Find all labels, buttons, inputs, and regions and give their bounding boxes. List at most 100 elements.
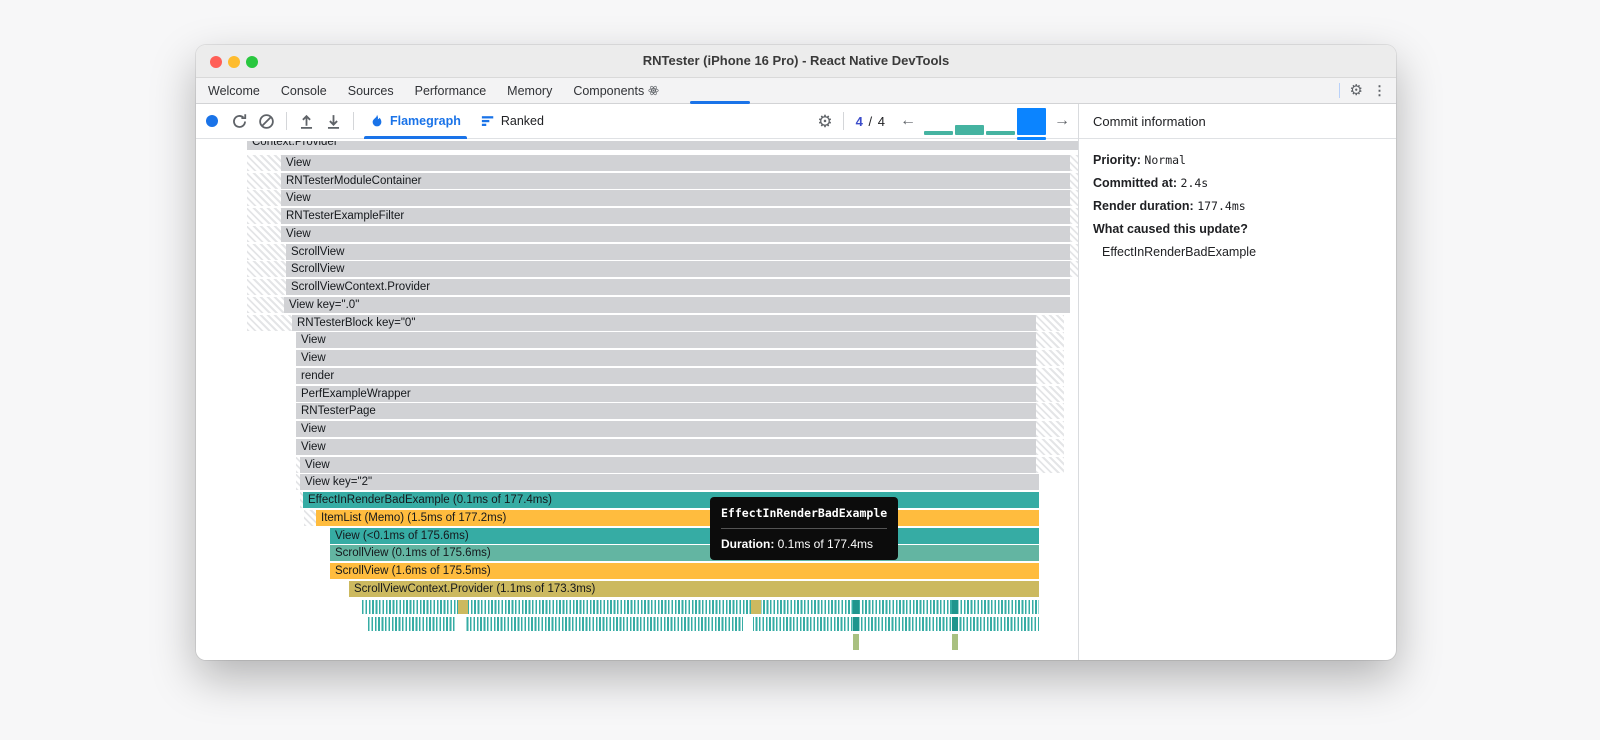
- flame-comb-segment[interactable]: [952, 617, 958, 632]
- divider: [842, 112, 844, 130]
- flame-bar[interactable]: View: [296, 438, 1036, 455]
- settings-gear-icon[interactable]: ⚙: [1350, 83, 1363, 98]
- download-profile-icon[interactable]: [325, 113, 342, 130]
- flamegraph-canvas[interactable]: Context.Provider View RNTesterModuleContai…: [196, 141, 1078, 660]
- flame-comb-row[interactable]: [362, 599, 1039, 614]
- flame-bar[interactable]: RNTesterExampleFilter: [281, 208, 1070, 224]
- flame-bar[interactable]: ScrollView: [286, 243, 1070, 260]
- flame-comb-segment[interactable]: [743, 617, 753, 632]
- commit-bar[interactable]: [986, 131, 1015, 135]
- flame-bar[interactable]: View: [296, 421, 1036, 437]
- tab-flamegraph[interactable]: Flamegraph: [364, 104, 467, 139]
- flame-bar[interactable]: View (<0.1ms of 175.6ms): [330, 527, 1039, 544]
- flame-bar[interactable]: render: [296, 367, 1036, 384]
- flame-bar[interactable]: EffectInRenderBadExample (0.1ms of 177.4…: [303, 492, 1039, 508]
- tab-welcome[interactable]: Welcome: [208, 84, 260, 98]
- tab-ranked[interactable]: Ranked: [481, 104, 544, 139]
- flame-hatch: [1070, 208, 1078, 224]
- flame-bar[interactable]: RNTesterModuleContainer: [281, 172, 1070, 189]
- tab-memory[interactable]: Memory: [507, 84, 552, 98]
- priority-line: Priority: Normal: [1093, 153, 1186, 167]
- flame-comb-segment[interactable]: [853, 617, 859, 632]
- flame-bar[interactable]: Context.Provider: [247, 141, 1078, 150]
- commit-bar[interactable]: [924, 131, 953, 135]
- flame-bar[interactable]: View: [281, 225, 1070, 242]
- profiler-settings-gear-icon[interactable]: ⚙: [817, 113, 832, 130]
- flame-bar[interactable]: View: [281, 154, 1070, 171]
- next-commit-arrow[interactable]: →: [1054, 112, 1070, 130]
- flame-comb-row[interactable]: [368, 617, 1039, 632]
- flame-hatch: [296, 474, 300, 491]
- tab-label: Sources: [347, 83, 394, 98]
- commit-bar-selected[interactable]: [1017, 108, 1046, 135]
- commit-info-header: Commit information: [1079, 104, 1396, 139]
- flame-bar[interactable]: ItemList (Memo) (1.5ms of 177.2ms): [316, 509, 1039, 526]
- reload-profile-icon[interactable]: [231, 113, 248, 130]
- flame-hatch: [247, 279, 286, 295]
- flame-bar[interactable]: View: [281, 190, 1070, 207]
- flame-comb-segment[interactable]: [853, 599, 859, 614]
- flame-hatch: [1036, 438, 1064, 455]
- commit-bar[interactable]: [955, 125, 984, 135]
- flame-hatch: [1036, 403, 1064, 420]
- more-options-icon[interactable]: ⋮: [1373, 84, 1386, 97]
- flame-bar[interactable]: ScrollView (1.6ms of 175.5ms): [330, 563, 1039, 579]
- tab-label: Performance: [414, 83, 487, 98]
- upload-profile-icon[interactable]: [298, 113, 315, 130]
- flame-comb-segment[interactable]: [952, 599, 958, 614]
- render-duration-label: Render duration: [1093, 199, 1190, 213]
- window-title: RNTester (iPhone 16 Pro) - React Native …: [642, 53, 950, 68]
- ranked-label: Ranked: [500, 114, 544, 128]
- flame-hatch: [1070, 261, 1078, 278]
- flame-bar[interactable]: View: [296, 350, 1036, 366]
- tab-sources[interactable]: Sources: [348, 84, 394, 98]
- cause-component[interactable]: EffectInRenderBadExample: [1093, 245, 1396, 259]
- flame-bar[interactable]: RNTesterBlock key="0": [292, 314, 1036, 331]
- flame-leaf-bar[interactable]: [952, 634, 958, 650]
- flame-leaf-bar[interactable]: [853, 634, 859, 650]
- tab-components[interactable]: Components: [573, 84, 659, 98]
- tab-list: Welcome Console Sources Performance Memory Co…: [196, 78, 1396, 103]
- divider: [286, 112, 287, 130]
- flame-hatch: [247, 172, 281, 189]
- previous-commit-arrow[interactable]: ←: [900, 112, 916, 130]
- flame-bar[interactable]: View key="2": [300, 474, 1039, 491]
- flame-bar[interactable]: PerfExampleWrapper: [296, 385, 1036, 402]
- flame-comb-segment[interactable]: [456, 617, 466, 632]
- flame-bar[interactable]: View key=".0": [284, 296, 1070, 313]
- tooltip-divider: [721, 528, 888, 529]
- committed-at-value: 2.4s: [1180, 176, 1209, 190]
- render-duration-line: Render duration: 177.4ms: [1093, 199, 1246, 213]
- flame-hatch: [247, 154, 281, 171]
- flame-tooltip: EffectInRenderBadExample Duration: 0.1ms…: [710, 497, 899, 560]
- flame-hatch: [304, 509, 316, 526]
- flame-hatch: [1036, 421, 1064, 437]
- flame-hatch: [247, 190, 281, 207]
- commit-total: 4: [877, 113, 886, 129]
- flame-bar[interactable]: ScrollViewContext.Provider (1.1ms of 173…: [349, 580, 1039, 597]
- commit-selector-chart[interactable]: [924, 104, 1046, 140]
- record-button[interactable]: [206, 115, 218, 127]
- flame-bar[interactable]: RNTesterPage: [296, 403, 1036, 420]
- flame-comb-segment[interactable]: [458, 599, 468, 614]
- commit-info-panel: Priority: Normal Committed at: 2.4s Rend…: [1079, 139, 1396, 259]
- commit-index: 4 / 4: [856, 114, 886, 129]
- flame-bar[interactable]: View: [300, 456, 1036, 473]
- clear-profile-icon[interactable]: [258, 113, 275, 130]
- priority-label: Priority: [1093, 153, 1137, 167]
- cause-label: What caused this update?: [1093, 222, 1248, 236]
- flame-bar[interactable]: ScrollView: [286, 261, 1070, 278]
- divider: [1338, 83, 1340, 98]
- devtools-window: RNTester (iPhone 16 Pro) - React Native …: [196, 45, 1396, 660]
- flame-bar[interactable]: ScrollView (0.1ms of 175.6ms): [330, 545, 1039, 562]
- tab-console[interactable]: Console: [281, 84, 327, 98]
- tab-bar-actions: ⚙ ⋮: [1338, 78, 1386, 103]
- flame-comb-segment[interactable]: [751, 599, 761, 614]
- flame-hatch: [1036, 332, 1064, 349]
- flame-bar[interactable]: ScrollViewContext.Provider: [286, 279, 1070, 295]
- flame-hatch: [247, 296, 284, 313]
- flame-hatch: [247, 225, 281, 242]
- flame-bar[interactable]: View: [296, 332, 1036, 349]
- tab-performance[interactable]: Performance: [415, 84, 487, 98]
- flame-hatch: [1036, 350, 1064, 366]
